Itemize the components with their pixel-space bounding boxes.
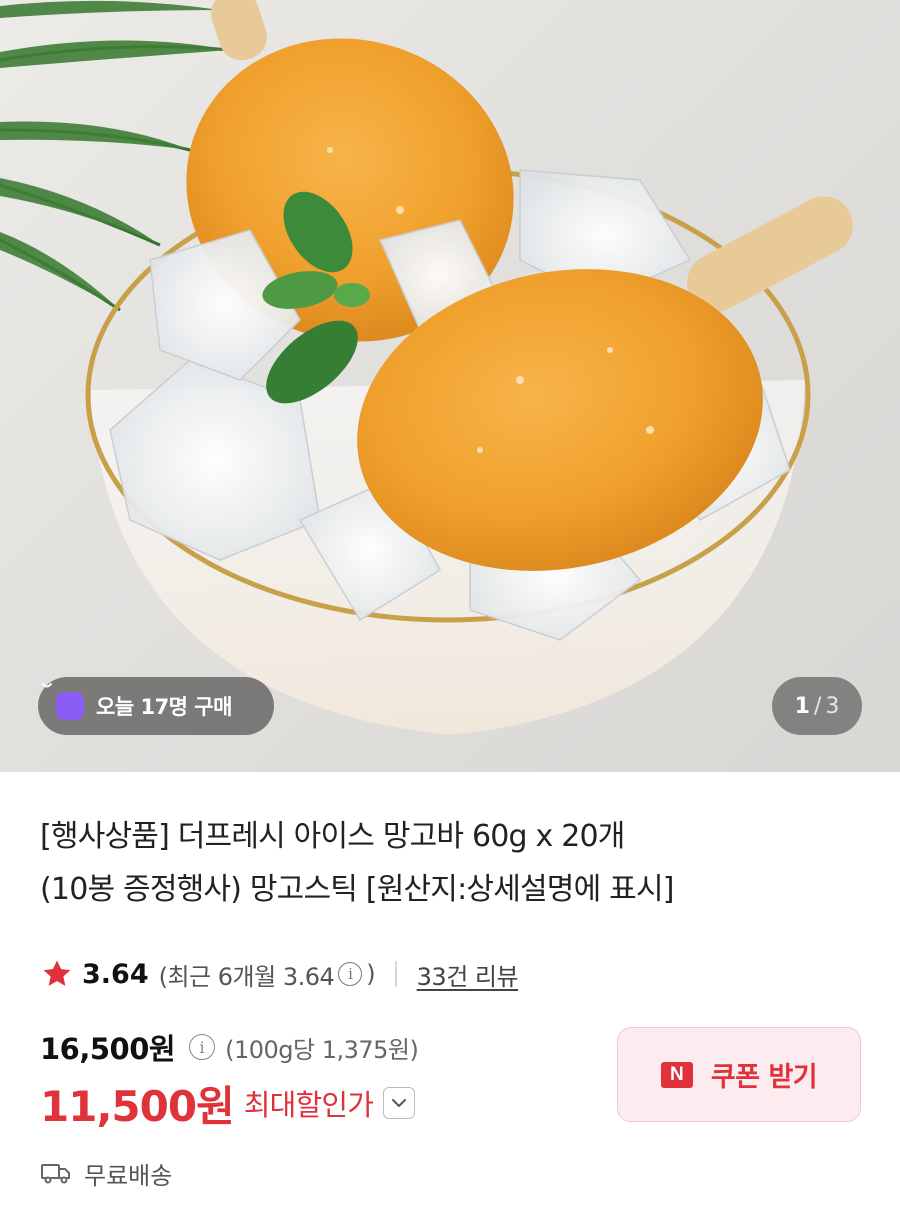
truck-icon — [41, 1164, 70, 1184]
free-shipping-label: 무료배송 — [84, 1161, 173, 1190]
shipping-row: 무료배송 — [40, 1153, 172, 1193]
page-current: 1 — [794, 693, 810, 719]
product-image-carousel[interactable]: 오늘 17명 구매 1 / 3 — [0, 0, 900, 772]
sale-price: 11,500원 — [40, 1081, 235, 1131]
recent-rating: (최근 6개월 3.64 i ) — [159, 957, 376, 992]
unit-price: (100g당 1,375원) — [225, 1035, 419, 1064]
coupon-label: 쿠폰 받기 — [710, 1062, 818, 1093]
price-info-icon[interactable]: i — [189, 1034, 216, 1060]
chevron-down-icon[interactable] — [383, 1087, 416, 1119]
rating-row: 3.64 (최근 6개월 3.64 i ) 33건 리뷰 — [40, 952, 519, 996]
product-title: [행사상품] 더프레시 아이스 망고바 60g x 20개 (10봉 증정행사)… — [40, 810, 870, 916]
product-title-line2: (10봉 증정행사) 망고스틱 [원산지:상세설명에 표시] — [40, 872, 674, 907]
star-icon — [43, 960, 71, 986]
page-separator: / — [813, 693, 822, 719]
original-price: 16,500원 — [40, 1032, 176, 1066]
recent-rating-suffix: ) — [366, 960, 376, 988]
divider — [395, 961, 397, 987]
rating-score: 3.64 — [82, 958, 149, 990]
get-coupon-button[interactable]: N 쿠폰 받기 — [617, 1027, 861, 1122]
recent-rating-prefix: (최근 6개월 3.64 — [158, 962, 335, 991]
review-count-link[interactable]: 33건 리뷰 — [417, 957, 519, 992]
product-photo — [0, 0, 853, 735]
original-price-row: 16,500원 i (100g당 1,375원) — [40, 1025, 419, 1069]
info-icon[interactable]: i — [338, 962, 363, 986]
shopping-bag-icon — [42, 683, 84, 720]
n-pay-icon: N — [660, 1061, 693, 1088]
today-purchase-text: 오늘 17명 구매 — [96, 695, 232, 719]
today-purchase-badge: 오늘 17명 구매 — [38, 677, 274, 735]
page-total: 3 — [825, 693, 840, 719]
sale-price-row: 11,500원 최대할인가 — [40, 1074, 416, 1132]
product-title-line1: [행사상품] 더프레시 아이스 망고바 60g x 20개 — [40, 819, 625, 854]
image-page-indicator: 1 / 3 — [772, 677, 862, 735]
max-discount-label: 최대할인가 — [243, 1088, 374, 1122]
